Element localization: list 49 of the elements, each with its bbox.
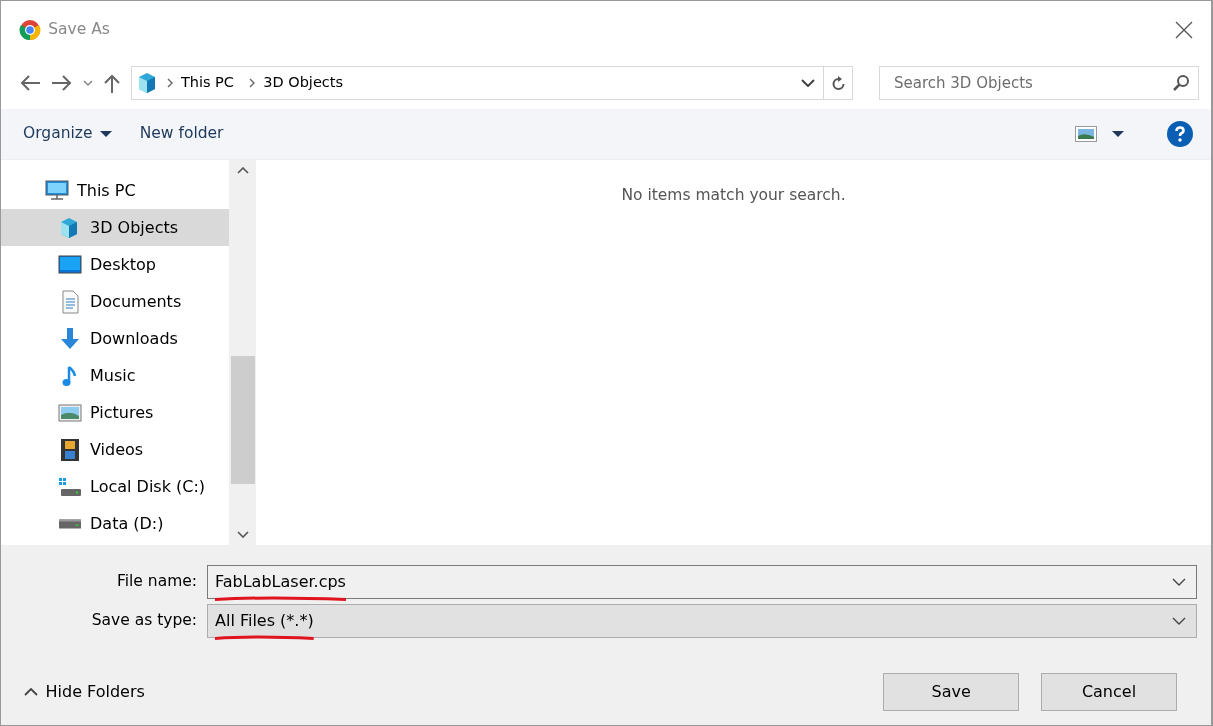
- browser-logo-icon: [19, 19, 41, 41]
- search-box[interactable]: Search 3D Objects: [879, 66, 1199, 100]
- hide-folders-button[interactable]: Hide Folders: [24, 679, 145, 704]
- field-label: Save as type:: [90, 610, 198, 632]
- field-label: File name:: [115, 571, 198, 593]
- new-folder-button[interactable]: New folder: [125, 118, 238, 150]
- folder-item[interactable]: Music: [1, 357, 229, 394]
- help-icon[interactable]: [1167, 121, 1193, 147]
- organize-menu[interactable]: Organize: [23, 118, 126, 150]
- download-arrow-icon: [58, 326, 82, 351]
- close-icon[interactable]: [1175, 21, 1193, 39]
- folder-item[interactable]: Documents: [1, 283, 229, 320]
- caret-icon: [99, 131, 112, 137]
- back-arrow-icon[interactable]: [19, 74, 41, 92]
- folder-item[interactable]: Pictures: [1, 394, 229, 431]
- breadcrumb-link[interactable]: 3D Objects: [257, 72, 349, 94]
- search-field[interactable]: Search 3D Objects: [892, 67, 1172, 99]
- scroll-up-icon[interactable]: [236, 167, 249, 175]
- folder-item[interactable]: Data (D:): [1, 505, 229, 542]
- file-name-field[interactable]: FabLabLaser.cps: [207, 565, 1197, 599]
- chevron-up-icon: [24, 687, 39, 696]
- drive-icon: [58, 518, 82, 529]
- file-type-dropdown[interactable]: All Files (*.*): [207, 604, 1197, 638]
- folder-item[interactable]: 3D Objects: [1, 209, 229, 246]
- chevron-down-icon[interactable]: [1172, 617, 1186, 625]
- scrollbar-thumb[interactable]: [230, 356, 255, 485]
- folder-item[interactable]: Videos: [1, 431, 229, 468]
- folder-item[interactable]: This PC: [1, 172, 229, 209]
- cancel-button[interactable]: Cancel: [1041, 672, 1177, 711]
- window-title: Save As: [48, 19, 110, 41]
- folder-item[interactable]: Desktop: [1, 246, 229, 283]
- folder-item[interactable]: Downloads: [1, 320, 229, 357]
- up-arrow-icon[interactable]: [103, 73, 121, 93]
- forward-arrow-icon[interactable]: [51, 74, 73, 92]
- desktop-icon: [58, 252, 82, 277]
- caret-icon[interactable]: [1111, 131, 1124, 137]
- film-icon: [58, 437, 82, 462]
- refresh-icon[interactable]: [830, 76, 845, 90]
- save-button[interactable]: Save: [883, 672, 1020, 711]
- empty-message: No items match your search.: [621, 186, 846, 204]
- breadcrumb-link[interactable]: This PC: [174, 72, 240, 94]
- search-icon: [1172, 74, 1190, 92]
- chevron-down-icon[interactable]: [1172, 578, 1186, 586]
- scroll-down-icon[interactable]: [236, 530, 249, 538]
- computer-icon: [45, 178, 69, 203]
- view-icon[interactable]: [1075, 126, 1097, 142]
- folder-item[interactable]: Local Disk (C:): [1, 468, 229, 505]
- chevron-down-icon[interactable]: [801, 79, 816, 87]
- address-bar[interactable]: This PC 3D Objects: [131, 66, 853, 100]
